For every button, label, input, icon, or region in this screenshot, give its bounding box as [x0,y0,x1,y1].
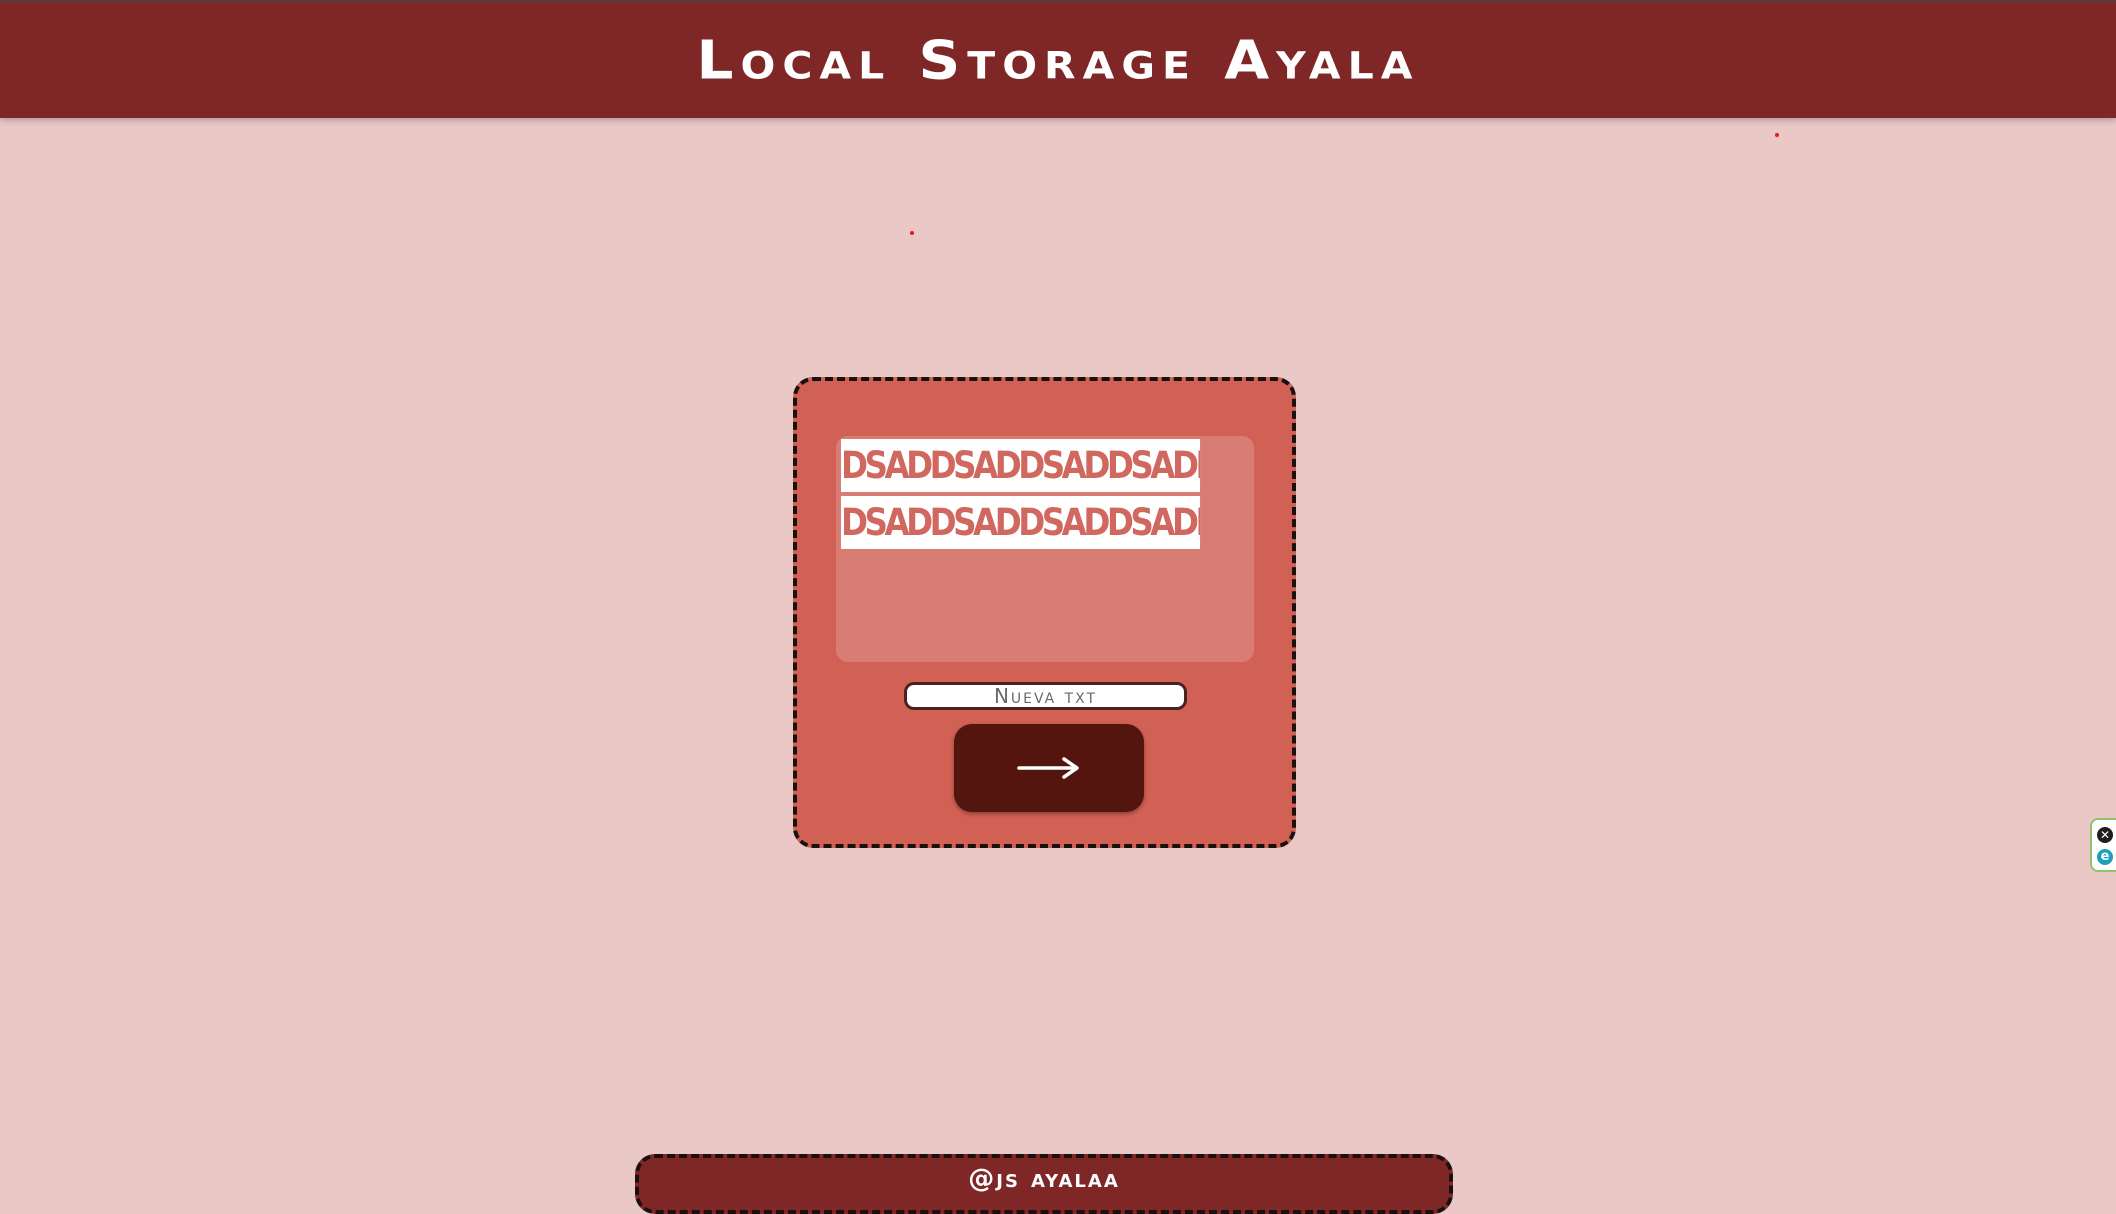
new-text-input[interactable] [904,682,1187,710]
saved-text-line: DSADDSADDSADDSADDSADDSADDSAD [841,439,1201,492]
decorative-dot [910,231,914,235]
saved-text-output: DSADDSADDSADDSADDSADDSADDSAD DSADDSADDSA… [836,436,1254,662]
header-bar: Local Storage Ayala [0,0,2116,118]
extension-widget: ✕ e [2090,818,2116,872]
close-icon[interactable]: ✕ [2097,827,2113,843]
arrow-right-icon [1017,757,1079,779]
decorative-dot [1775,133,1779,137]
extension-badge-icon[interactable]: e [2097,849,2113,865]
submit-button[interactable] [954,724,1144,812]
saved-text-line: DSADDSADDSADDSADDSADDSADDSAD [841,496,1201,549]
author-handle: @js ayalaa [968,1164,1120,1194]
page-title: Local Storage Ayala [696,28,1420,92]
footer-bar: @js ayalaa [635,1154,1453,1214]
storage-card: DSADDSADDSADDSADDSADDSADDSAD DSADDSADDSA… [793,377,1296,848]
